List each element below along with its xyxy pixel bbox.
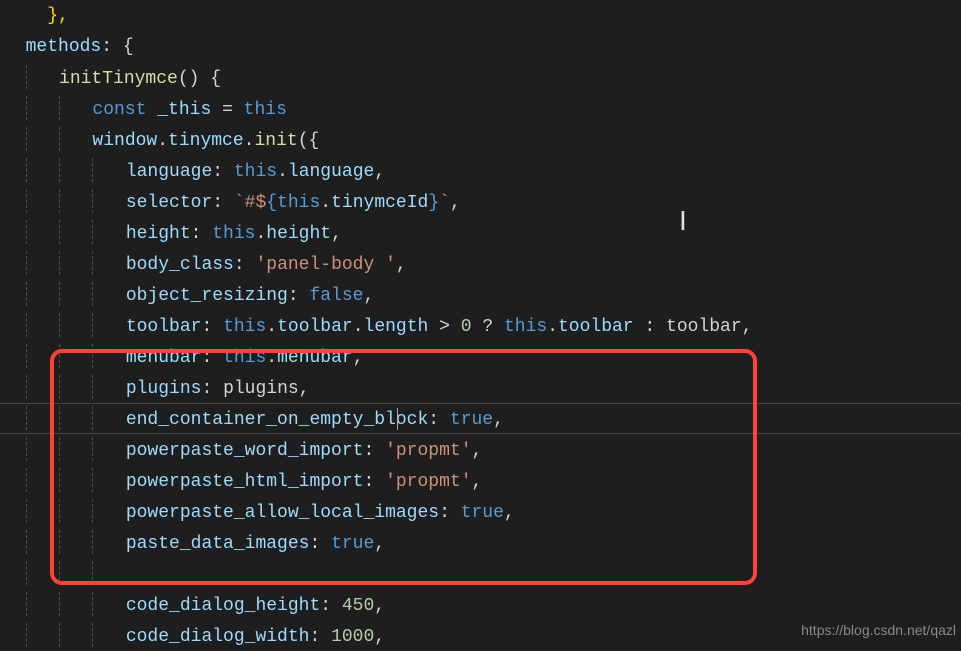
code-line[interactable]: end_container_on_empty_block: true, bbox=[4, 403, 961, 434]
code-line[interactable]: methods: { bbox=[4, 31, 961, 62]
code-line[interactable]: plugins: plugins, bbox=[4, 372, 961, 403]
code-line[interactable] bbox=[4, 558, 961, 589]
code-line[interactable]: body_class: 'panel-body ', bbox=[4, 248, 961, 279]
code-line[interactable]: language: this.language, bbox=[4, 155, 961, 186]
code-line[interactable]: powerpaste_word_import: 'propmt', bbox=[4, 434, 961, 465]
code-line[interactable]: object_resizing: false, bbox=[4, 279, 961, 310]
code-line[interactable]: height: this.height, bbox=[4, 217, 961, 248]
code-line[interactable]: powerpaste_html_import: 'propmt', bbox=[4, 465, 961, 496]
code-line[interactable]: window.tinymce.init({ bbox=[4, 124, 961, 155]
code-line[interactable]: powerpaste_allow_local_images: true, bbox=[4, 496, 961, 527]
code-line[interactable]: code_dialog_height: 450, bbox=[4, 589, 961, 620]
watermark-text: https://blog.csdn.net/qazl bbox=[801, 622, 956, 638]
code-line[interactable]: menubar: this.menubar, bbox=[4, 341, 961, 372]
code-line[interactable]: initTinymce() { bbox=[4, 62, 961, 93]
code-line[interactable]: selector: `#${this.tinymceId}`, bbox=[4, 186, 961, 217]
code-editor[interactable]: }, methods: { initTinymce() { const _thi… bbox=[0, 0, 961, 651]
text-caret bbox=[397, 408, 398, 430]
code-line[interactable]: }, bbox=[4, 0, 961, 31]
code-line[interactable]: paste_data_images: true, bbox=[4, 527, 961, 558]
code-line[interactable]: const _this = this bbox=[4, 93, 961, 124]
code-line[interactable]: toolbar: this.toolbar.length > 0 ? this.… bbox=[4, 310, 961, 341]
